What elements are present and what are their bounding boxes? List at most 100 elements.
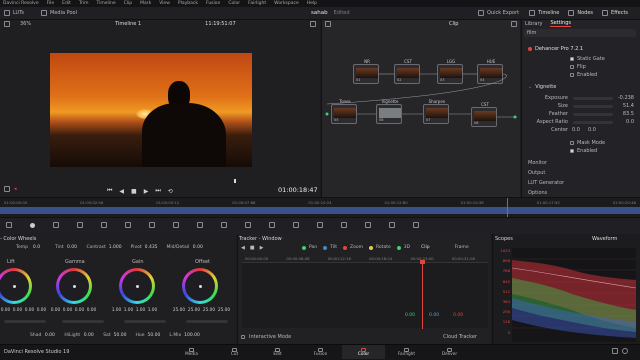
viewer-timeline-name[interactable]: Timeline 1 [115,21,141,27]
track-forward-button[interactable]: ▶ [260,245,264,251]
page-fusion[interactable]: Fusion [299,345,342,359]
hue-value[interactable]: 50.00 [148,333,161,338]
pivot-value[interactable]: 0.435 [145,245,158,250]
menu-item-mark[interactable]: Mark [140,1,151,6]
timeline-clip[interactable] [0,207,640,214]
enabled-checkbox[interactable] [570,73,574,77]
feather-slider[interactable] [573,112,613,116]
gain-wheel[interactable] [119,268,155,304]
tracker-frame-label[interactable]: Frame [455,245,469,250]
nodes-icon[interactable] [568,10,575,16]
tracker-playhead-handle[interactable] [420,260,425,264]
vignette-enabled-checkbox[interactable] [570,149,574,153]
mute-icon[interactable]: ◂ [14,186,17,192]
hdr-icon[interactable] [77,222,83,228]
play-reverse-button[interactable]: ◀ [119,188,124,195]
luts-button[interactable]: LUTs [13,10,24,16]
menu-item-file[interactable]: File [47,1,55,6]
section-output[interactable]: Output [528,168,564,178]
hilight-value[interactable]: 0.00 [83,333,94,338]
param-size-value[interactable]: 51.4 [623,103,634,109]
quick-export-button[interactable]: Quick Export [487,10,519,16]
playhead-marker[interactable] [234,179,236,183]
blur-icon[interactable] [293,222,299,228]
play-button[interactable]: ▶ [144,188,149,195]
mask-mode-checkbox[interactable] [570,141,574,145]
tint-value[interactable]: 0.00 [66,245,77,250]
track-stop-button[interactable]: ■ [250,245,255,251]
primaries-icon[interactable] [53,222,59,228]
info-icon[interactable] [413,222,419,228]
exposure-slider[interactable] [573,96,613,100]
shad-value[interactable]: 0.00 [44,333,55,338]
tracker-icon[interactable] [245,222,251,228]
middetail-value[interactable]: 0.00 [192,245,203,250]
vignette-section[interactable]: Vignette [535,84,556,90]
color-match-icon[interactable] [30,222,35,228]
quick-export-icon[interactable] [478,10,484,16]
menu-item-workspace[interactable]: Workspace [274,1,299,6]
param-aspect-value[interactable]: 0.0 [626,119,634,125]
pan-toggle[interactable] [302,245,306,250]
zoom-toggle[interactable] [343,245,348,250]
jump-start-button[interactable]: ⏮ [107,187,112,195]
menu-item-clip[interactable]: Clip [124,1,133,6]
chevron-down-icon[interactable]: ⌄ [528,84,532,90]
scopes-mode-dropdown[interactable]: Waveform [592,236,617,242]
tracker-mode-dropdown[interactable]: Clip [421,245,430,250]
loop-button[interactable]: ⟲ [168,188,173,195]
3d-toggle[interactable] [396,245,401,250]
lift-master-slider[interactable] [4,320,46,323]
camera-raw-icon[interactable] [6,222,12,228]
menu-item-trim[interactable]: Trim [79,1,89,6]
magic-mask-icon[interactable] [269,222,275,228]
size-slider[interactable] [573,104,613,108]
timeline-playhead[interactable] [507,198,508,218]
contrast-value[interactable]: 1.000 [109,245,122,250]
menu-item-timeline[interactable]: Timeline [96,1,115,6]
page-deliver[interactable]: Deliver [428,345,471,359]
gain-master-slider[interactable] [124,320,166,323]
lmix-value[interactable]: 100.00 [184,333,200,338]
effects-icon[interactable] [602,10,609,16]
page-fairlight[interactable]: Fairlight [385,345,428,359]
motion-effects-icon[interactable] [125,222,131,228]
section-lut-generator[interactable]: LUT Generator [528,178,564,188]
scopes-icon[interactable] [389,222,395,228]
settings-gear-icon[interactable] [622,348,628,354]
tracker-playhead[interactable] [422,263,423,329]
key-icon[interactable] [317,222,323,228]
tab-library[interactable]: Library [525,21,542,27]
param-exposure-value[interactable]: -0.238 [618,95,634,101]
zoom-level[interactable]: 36% [20,21,31,27]
menu-item-edit[interactable]: Edit [62,1,71,6]
cloud-tracker-dropdown[interactable]: Cloud Tracker [443,334,477,340]
section-monitor[interactable]: Monitor [528,158,564,168]
viewer-options-icon[interactable] [310,21,316,27]
qualifier-icon[interactable] [197,222,203,228]
stop-button[interactable]: ■ [131,188,137,195]
aspect-slider[interactable] [573,120,613,124]
menu-item-fusion[interactable]: Fusion [206,1,220,6]
audio-icon[interactable] [4,186,10,192]
rotate-toggle[interactable] [369,245,373,250]
menu-item-color[interactable]: Color [228,1,240,6]
menu-item-fairlight[interactable]: Fairlight [248,1,266,6]
media-pool-button[interactable]: Media Pool [50,10,77,16]
tab-settings[interactable]: Settings [550,20,571,27]
interactive-mode-checkbox[interactable] [241,335,245,339]
curves-icon[interactable] [149,222,155,228]
param-center-x[interactable]: 0.0 [572,127,580,133]
3d-icon[interactable] [365,222,371,228]
plugin-enabled-dot[interactable] [528,47,532,51]
mini-timeline[interactable]: 01:00:00:00 01:00:02:56 01:00:05:12 01:0… [0,197,640,218]
gallery-icon[interactable] [4,10,10,16]
tilt-toggle[interactable] [323,245,328,250]
offset-master-slider[interactable] [186,320,228,323]
color-warper-icon[interactable] [173,222,179,228]
effects-search[interactable]: film [524,29,636,37]
sizing-icon[interactable] [341,222,347,228]
menu-item-playback[interactable]: Playback [178,1,198,6]
page-color[interactable]: Color [342,345,385,359]
media-pool-icon[interactable] [41,10,48,16]
